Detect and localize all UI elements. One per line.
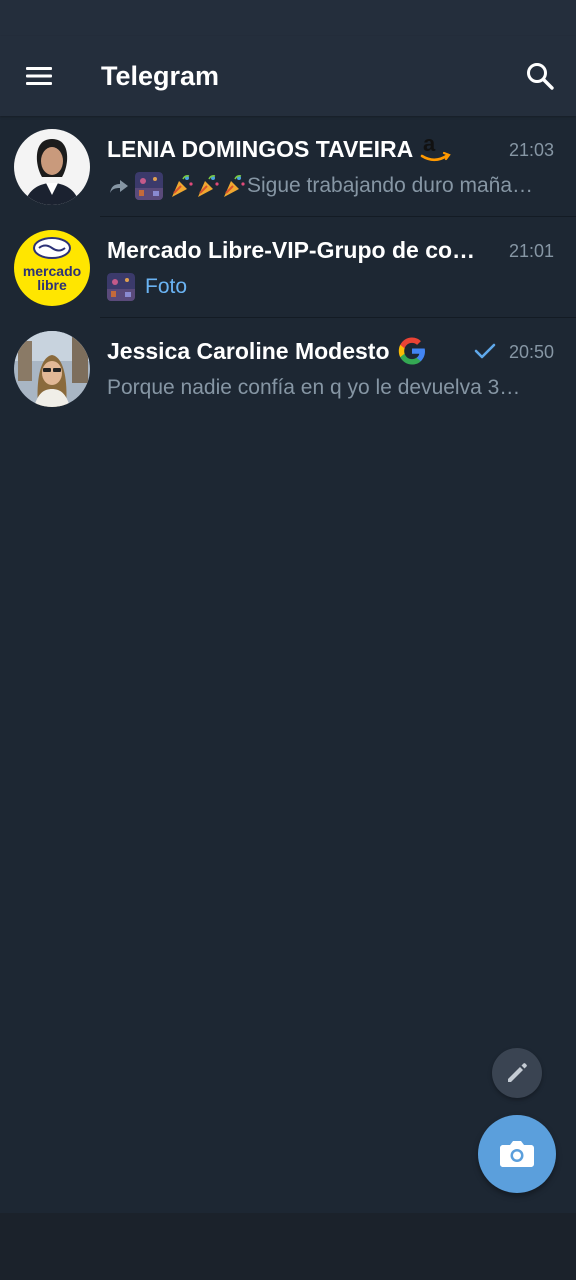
camera-icon <box>500 1141 534 1167</box>
chat-item-jessica[interactable]: Jessica Caroline Modesto 20:50 Porque na… <box>0 318 576 419</box>
party-popper-icon <box>198 175 219 197</box>
sent-check-icon <box>474 343 496 359</box>
google-logo-icon <box>398 337 425 365</box>
avatar <box>14 331 90 407</box>
chat-preview-media-label: Foto <box>145 275 188 298</box>
chat-time: 21:03 <box>508 140 554 160</box>
status-bar <box>0 0 576 36</box>
menu-button[interactable] <box>20 58 58 94</box>
chat-preview-text: Porque nadie confía en q yo le devuelva … <box>107 376 521 399</box>
chat-name: Jessica Caroline Modesto <box>107 338 390 364</box>
chat-name-line: Mercado Libre-VIP-Grupo de com… <box>107 235 487 265</box>
profile-photo-icon <box>14 129 90 205</box>
forward-arrow-icon <box>110 180 128 193</box>
svg-text:a: a <box>423 134 436 156</box>
pencil-icon <box>508 1063 527 1082</box>
hamburger-menu-icon <box>26 67 52 85</box>
search-icon <box>527 63 554 90</box>
chat-name-line: Jessica Caroline Modesto <box>107 336 428 366</box>
chat-name: Mercado Libre-VIP-Grupo de com… <box>107 237 487 263</box>
chat-preview-line: Sigue trabajando duro maña… <box>107 170 533 202</box>
photo-thumbnail-icon <box>135 172 163 200</box>
chat-list: LENIA DOMINGOS TAVEIRA a 21:03 Sigue tra… <box>0 116 576 419</box>
amazon-logo-icon: a <box>420 134 451 162</box>
chat-preview-text: Sigue trabajando duro maña… <box>247 174 534 197</box>
chat-name-line: LENIA DOMINGOS TAVEIRA a <box>107 134 451 164</box>
top-app-bar: Telegram <box>0 36 576 116</box>
app-title: Telegram <box>101 61 220 91</box>
avatar: mercado libre <box>14 230 90 306</box>
chat-time: 20:50 <box>508 342 554 362</box>
search-button[interactable] <box>522 58 558 94</box>
chat-time: 21:01 <box>508 241 554 261</box>
mercado-libre-logo-icon: mercado libre <box>14 230 90 306</box>
avatar <box>14 129 90 205</box>
chat-item-lenia[interactable]: LENIA DOMINGOS TAVEIRA a 21:03 Sigue tra… <box>0 116 576 217</box>
system-navigation-bar <box>0 1213 576 1280</box>
party-popper-icon <box>224 175 245 197</box>
new-message-button[interactable] <box>492 1048 542 1098</box>
svg-text:libre: libre <box>37 277 67 293</box>
photo-thumbnail-icon <box>107 273 135 301</box>
chat-preview-line: Foto <box>107 271 187 303</box>
chat-item-mercado-libre[interactable]: mercado libre Mercado Libre-VIP-Grupo de… <box>0 217 576 318</box>
chat-preview-line: Porque nadie confía en q yo le devuelva … <box>107 372 520 404</box>
party-popper-icons <box>169 173 247 199</box>
telegram-app: Telegram LENIA DOMINGOS TAVEIRA a 21:03 … <box>0 0 576 1280</box>
chat-name: LENIA DOMINGOS TAVEIRA <box>107 136 414 162</box>
camera-button[interactable] <box>478 1115 556 1193</box>
party-popper-icon <box>172 175 193 197</box>
profile-photo-icon <box>14 331 90 407</box>
